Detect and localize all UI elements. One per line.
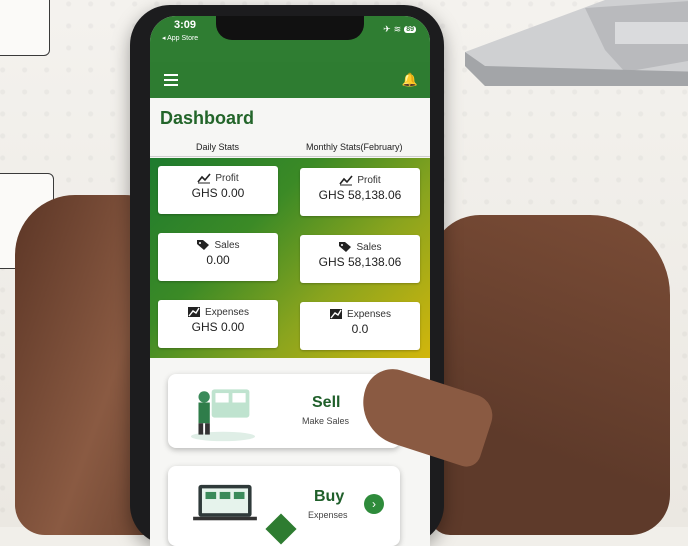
daily-profit-label: Profit xyxy=(215,172,239,184)
background-frame-top xyxy=(0,0,50,56)
laptop-image xyxy=(465,0,688,86)
expense-icon xyxy=(330,309,343,319)
tag-icon xyxy=(197,240,210,250)
status-bar: 3:09 ◂ App Store ✈ ≋ 89 xyxy=(150,16,430,62)
monthly-expenses-label: Expenses xyxy=(347,308,391,320)
tab-daily-stats[interactable]: Daily Stats xyxy=(196,142,239,152)
tab-divider xyxy=(150,156,430,157)
expense-icon xyxy=(188,307,201,317)
status-time: 3:09 xyxy=(174,19,197,31)
daily-expenses-label: Expenses xyxy=(205,306,249,318)
back-to-app-store-link[interactable]: ◂ App Store xyxy=(162,34,198,42)
tab-monthly-stats[interactable]: Monthly Stats(February) xyxy=(306,142,403,152)
menu-icon[interactable] xyxy=(164,74,178,89)
daily-profit-value: GHS 0.00 xyxy=(191,186,245,200)
trend-icon xyxy=(197,173,211,184)
status-icons: ✈ ≋ 89 xyxy=(383,24,416,35)
monthly-profit-label: Profit xyxy=(357,174,381,186)
monthly-sales-value: GHS 58,138.06 xyxy=(318,255,402,269)
buy-title: Buy xyxy=(314,488,345,505)
daily-expenses-value: GHS 0.00 xyxy=(191,320,245,334)
app-bar: 🔔 xyxy=(150,62,430,98)
daily-profit-card[interactable]: Profit GHS 0.00 xyxy=(158,166,278,214)
bell-icon[interactable]: 🔔 xyxy=(402,72,418,88)
monthly-sales-label: Sales xyxy=(356,241,382,253)
wifi-icon: ≋ xyxy=(393,24,402,34)
daily-sales-card[interactable]: Sales 0.00 xyxy=(158,233,278,281)
stats-panel: Profit GHS 0.00 Sales 0.00 Expenses GHS … xyxy=(150,158,430,358)
buy-illustration xyxy=(193,484,257,521)
buy-arrow-button[interactable]: › xyxy=(364,494,384,514)
monthly-profit-card[interactable]: Profit GHS 58,138.06 xyxy=(300,168,420,216)
sell-illustration xyxy=(190,389,256,442)
page-title: Dashboard xyxy=(160,108,255,128)
phone-notch xyxy=(216,16,364,40)
airplane-icon: ✈ xyxy=(383,24,391,34)
sell-title: Sell xyxy=(312,394,341,411)
daily-sales-label: Sales xyxy=(214,239,240,251)
phone-screen: 3:09 ◂ App Store ✈ ≋ 89 🔔 Dashboard Dail… xyxy=(150,16,430,546)
trend-icon xyxy=(339,175,353,186)
monthly-profit-value: GHS 58,138.06 xyxy=(318,188,402,202)
monthly-sales-card[interactable]: Sales GHS 58,138.06 xyxy=(300,235,420,283)
daily-sales-value: 0.00 xyxy=(206,253,230,267)
battery-icon: 89 xyxy=(404,26,416,33)
right-hand xyxy=(430,215,670,535)
tag-icon xyxy=(339,242,352,252)
monthly-expenses-card[interactable]: Expenses 0.0 xyxy=(300,302,420,350)
daily-expenses-card[interactable]: Expenses GHS 0.00 xyxy=(158,300,278,348)
sell-subtitle: Make Sales xyxy=(302,416,350,426)
monthly-expenses-value: 0.0 xyxy=(351,322,369,336)
buy-subtitle: Expenses xyxy=(308,510,348,520)
